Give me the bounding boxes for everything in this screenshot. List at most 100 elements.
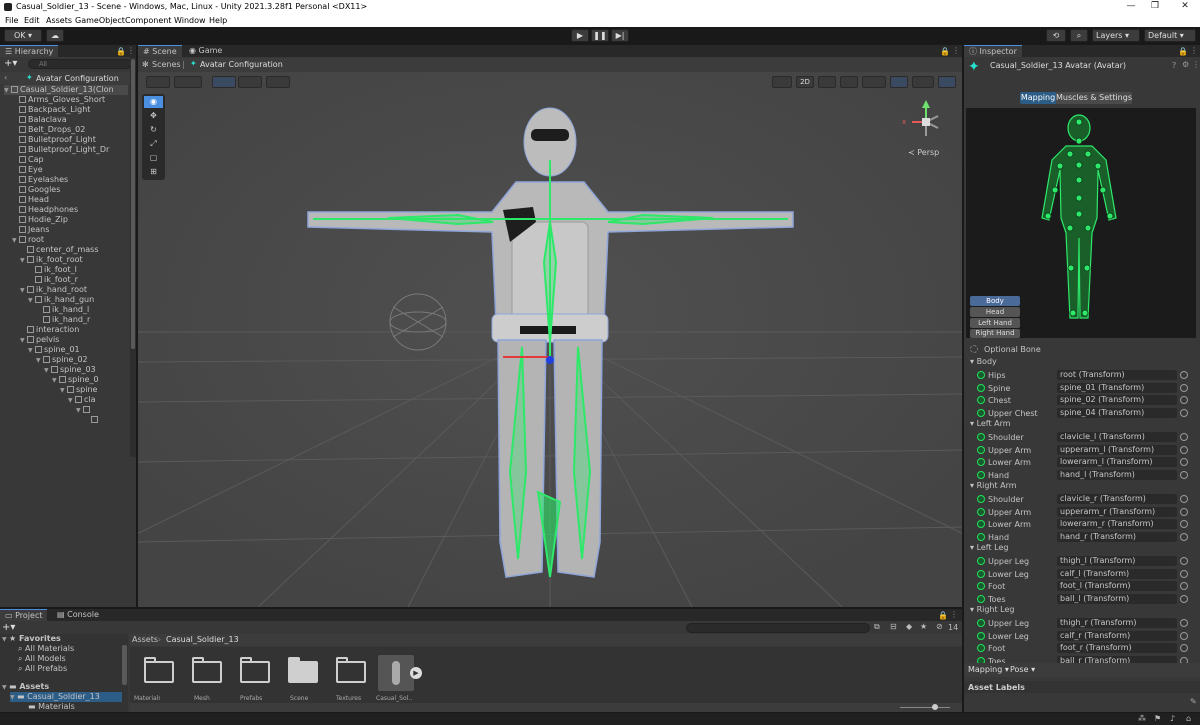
panel-menu-icon[interactable]: ⋮ xyxy=(950,610,958,619)
object-picker-icon[interactable] xyxy=(1180,520,1188,528)
bone-transform-field[interactable]: foot_l (Transform) xyxy=(1057,581,1177,591)
tab-muscles-settings[interactable]: Muscles & Settings xyxy=(1056,92,1132,104)
menu-edit[interactable]: Edit xyxy=(24,16,40,25)
hierarchy-item[interactable]: Eye xyxy=(12,165,43,175)
expand-model-button[interactable]: ▶ xyxy=(410,667,422,679)
asset-labels-header[interactable]: Asset Labels xyxy=(964,681,1200,693)
add-icon[interactable]: +▾ xyxy=(4,58,17,69)
object-picker-icon[interactable] xyxy=(1180,532,1188,541)
bone-transform-field[interactable]: root (Transform) xyxy=(1057,370,1177,380)
hierarchy-item[interactable]: ik_foot_r xyxy=(28,275,78,285)
tab-game[interactable]: ◉ Game xyxy=(184,45,227,57)
bone-transform-field[interactable]: thigh_r (Transform) xyxy=(1057,618,1177,628)
bone-transform-field[interactable]: lowerarm_l (Transform) xyxy=(1057,457,1177,467)
asset-model-thumbnail[interactable] xyxy=(378,655,414,691)
lock-icon[interactable]: 🔒 xyxy=(938,611,948,620)
foldout-arrow-icon[interactable]: ▼ xyxy=(20,286,27,296)
bone-transform-field[interactable]: foot_r (Transform) xyxy=(1057,643,1177,653)
hierarchy-item[interactable]: ▼ spine_03 xyxy=(44,365,96,375)
hierarchy-item[interactable] xyxy=(84,415,100,425)
pause-button[interactable]: ❚❚ xyxy=(591,29,609,42)
hierarchy-item[interactable]: ▼ Casual_Soldier_13(Clon xyxy=(4,85,128,95)
asset-folder-prefabs[interactable] xyxy=(240,657,272,683)
hierarchy-item[interactable]: ▼ cla xyxy=(68,395,96,405)
bone-transform-field[interactable]: calf_l (Transform) xyxy=(1057,568,1177,579)
pivot-dropdown[interactable] xyxy=(212,76,236,88)
object-picker-icon[interactable] xyxy=(1180,631,1188,640)
bone-transform-field[interactable]: calf_r (Transform) xyxy=(1057,630,1177,641)
favorite-item[interactable]: ⌕ All Materials xyxy=(18,644,74,654)
right-hand-view-button[interactable]: Right Hand xyxy=(970,329,1020,338)
object-picker-icon[interactable] xyxy=(1180,644,1188,652)
bone-transform-field[interactable]: clavicle_l (Transform) xyxy=(1057,432,1177,442)
rotate-tool-button[interactable]: ↻ xyxy=(144,124,163,136)
project-tree-scrollbar[interactable] xyxy=(122,645,127,685)
foldout-arrow-icon[interactable]: ▼ xyxy=(36,356,43,366)
hierarchy-item[interactable]: Hodie_Zip xyxy=(12,215,68,225)
foldout-arrow-icon[interactable]: ▼ xyxy=(76,406,83,416)
cloud-button[interactable]: ☁ xyxy=(46,29,64,42)
foldout-arrow-icon[interactable]: ▼ xyxy=(52,376,59,386)
menu-help[interactable]: Help xyxy=(209,16,227,25)
menu-gameobject[interactable]: GameObject xyxy=(75,16,125,25)
hierarchy-item[interactable]: ▼ spine_01 xyxy=(28,345,80,355)
view-tool-button[interactable]: ◉ xyxy=(144,96,163,108)
hierarchy-item[interactable]: ik_hand_l xyxy=(36,305,89,315)
panel-menu-icon[interactable]: ⋮ xyxy=(1190,46,1198,55)
object-picker-icon[interactable] xyxy=(1180,507,1188,516)
hierarchy-item[interactable]: ▼ root xyxy=(12,235,44,245)
object-picker-icon[interactable] xyxy=(1180,433,1188,441)
hierarchy-item[interactable]: ▼ spine_02 xyxy=(36,355,88,365)
lock-icon[interactable]: 🔒 xyxy=(116,47,126,56)
hidden-objects-toggle[interactable] xyxy=(890,76,908,88)
camera-mode-dropdown[interactable] xyxy=(772,76,792,88)
object-picker-icon[interactable] xyxy=(1180,408,1188,417)
menu-component[interactable]: Component xyxy=(125,16,171,25)
more-icon[interactable]: ⋮ xyxy=(1192,60,1200,69)
hierarchy-item[interactable]: Googles xyxy=(12,185,60,195)
bell-icon[interactable]: ♪ xyxy=(1170,714,1175,723)
breadcrumb-scenes[interactable]: Scenes xyxy=(152,60,181,69)
folder-casual-soldier[interactable]: ▼ ▬ Casual_Soldier_13 xyxy=(10,692,122,702)
tab-console[interactable]: ▤ Console xyxy=(52,609,104,621)
account-dropdown[interactable]: OK ▾ xyxy=(4,29,42,42)
transform-tool-button[interactable]: ⊞ xyxy=(144,166,163,178)
label-tag-icon[interactable]: ◆ xyxy=(906,622,912,631)
hierarchy-item[interactable]: ▼ ik_hand_root xyxy=(20,285,87,295)
object-picker-icon[interactable] xyxy=(1180,582,1188,590)
hierarchy-search-input[interactable] xyxy=(28,59,132,69)
settings-icon[interactable]: ⚙ xyxy=(1182,60,1189,69)
bone-transform-field[interactable]: spine_01 (Transform) xyxy=(1057,382,1177,393)
object-picker-icon[interactable] xyxy=(1180,569,1188,578)
favorites-header[interactable]: ▼ ★ Favorites xyxy=(2,634,61,644)
hierarchy-item[interactable]: Bulletproof_Light xyxy=(12,135,96,145)
object-picker-icon[interactable] xyxy=(1180,594,1188,603)
debug-icon[interactable]: ⚑ xyxy=(1154,714,1161,723)
asset-folder-materials[interactable] xyxy=(144,657,176,683)
search-by-label-icon[interactable]: ⊟ xyxy=(890,622,897,631)
effects-dropdown[interactable] xyxy=(862,76,886,88)
breadcrumb-avatar-configuration[interactable]: Avatar Configuration xyxy=(200,60,283,69)
hierarchy-item[interactable]: Backpack_Light xyxy=(12,105,90,115)
orientation-gizmo[interactable]: x xyxy=(898,98,954,154)
foldout-arrow-icon[interactable]: ▼ xyxy=(4,86,11,96)
hierarchy-scrollbar[interactable] xyxy=(130,57,136,457)
object-picker-icon[interactable] xyxy=(1180,557,1188,565)
foldout-arrow-icon[interactable]: ▼ xyxy=(28,296,35,306)
object-picker-icon[interactable] xyxy=(1180,458,1188,466)
hierarchy-item[interactable]: Headphones xyxy=(12,205,78,215)
move-tool-button[interactable]: ✥ xyxy=(144,110,163,122)
object-picker-icon[interactable] xyxy=(1180,445,1188,454)
breadcrumb-casual-soldier[interactable]: Casual_Soldier_13 xyxy=(166,635,239,644)
object-picker-icon[interactable] xyxy=(1180,371,1188,379)
favorite-item[interactable]: ⌕ All Models xyxy=(18,654,66,664)
create-asset-button[interactable]: +▾ xyxy=(2,622,15,633)
favorite-star-icon[interactable]: ★ xyxy=(920,622,927,631)
audio-toggle[interactable] xyxy=(840,76,858,88)
bone-transform-field[interactable]: spine_04 (Transform) xyxy=(1057,407,1177,418)
hierarchy-item[interactable]: center_of_mass xyxy=(20,245,98,255)
notification-icon[interactable]: ⌂ xyxy=(1186,714,1191,723)
mapping-menu[interactable]: Mapping ▾ xyxy=(968,665,1009,674)
close-button[interactable]: ✕ xyxy=(1178,1,1192,11)
menu-assets[interactable]: Assets xyxy=(46,16,72,25)
